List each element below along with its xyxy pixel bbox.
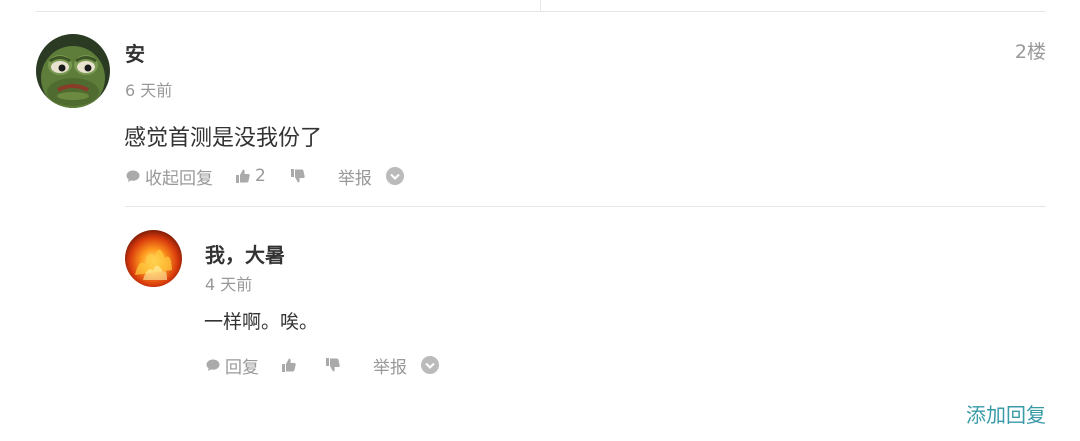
reply-dislike-button[interactable] — [325, 357, 345, 373]
reply-divider — [125, 206, 1046, 207]
top-divider-tick — [540, 0, 541, 11]
reply-label: 回复 — [225, 357, 259, 378]
thumbs-up-icon — [235, 168, 251, 184]
reply-actions: 回复 举报 — [205, 352, 443, 378]
reply-username[interactable]: 我，大暑 — [205, 239, 285, 268]
comment-actions: 收起回复 2 举报 — [125, 163, 408, 189]
reply-avatar[interactable] — [125, 230, 182, 287]
add-reply-link[interactable]: 添加回复 — [966, 399, 1046, 428]
reply-text: 一样啊。唉。 — [204, 311, 319, 333]
reply-timestamp: 4 天前 — [205, 275, 253, 294]
reply-like-button[interactable] — [281, 357, 301, 373]
chevron-down-circle-icon — [421, 356, 439, 374]
thumbs-down-icon — [290, 168, 306, 184]
comment-thread: 安 2楼 6 天前 感觉首测是没我份了 收起回复 2 举报 我，大暑 4 天前 … — [0, 0, 1080, 441]
comment-text: 感觉首测是没我份了 — [124, 126, 323, 151]
thumbs-up-icon — [281, 357, 297, 373]
chevron-down-circle-icon — [385, 167, 404, 185]
reply-more-options-button[interactable] — [421, 356, 443, 374]
speech-bubble-icon — [205, 357, 221, 373]
collapse-replies-button[interactable]: 收起回复 — [125, 164, 213, 189]
floor-number: 2楼 — [1014, 41, 1046, 63]
reply-button[interactable]: 回复 — [205, 353, 259, 378]
avatar[interactable] — [36, 34, 110, 108]
report-label: 举报 — [337, 168, 372, 189]
reply-report-label: 举报 — [373, 357, 407, 378]
report-button[interactable]: 举报 — [338, 164, 372, 189]
thumbs-down-icon — [325, 357, 341, 373]
collapse-replies-label: 收起回复 — [145, 168, 213, 189]
like-count: 2 — [255, 166, 266, 186]
dislike-button[interactable] — [290, 168, 310, 184]
comment-timestamp: 6 天前 — [125, 81, 173, 100]
more-options-button[interactable] — [385, 167, 408, 185]
like-button[interactable]: 2 — [235, 166, 266, 186]
comment-username[interactable]: 安 — [125, 38, 145, 67]
reply-report-button[interactable]: 举报 — [373, 353, 407, 378]
speech-bubble-icon — [125, 168, 141, 184]
top-divider — [36, 11, 1046, 12]
